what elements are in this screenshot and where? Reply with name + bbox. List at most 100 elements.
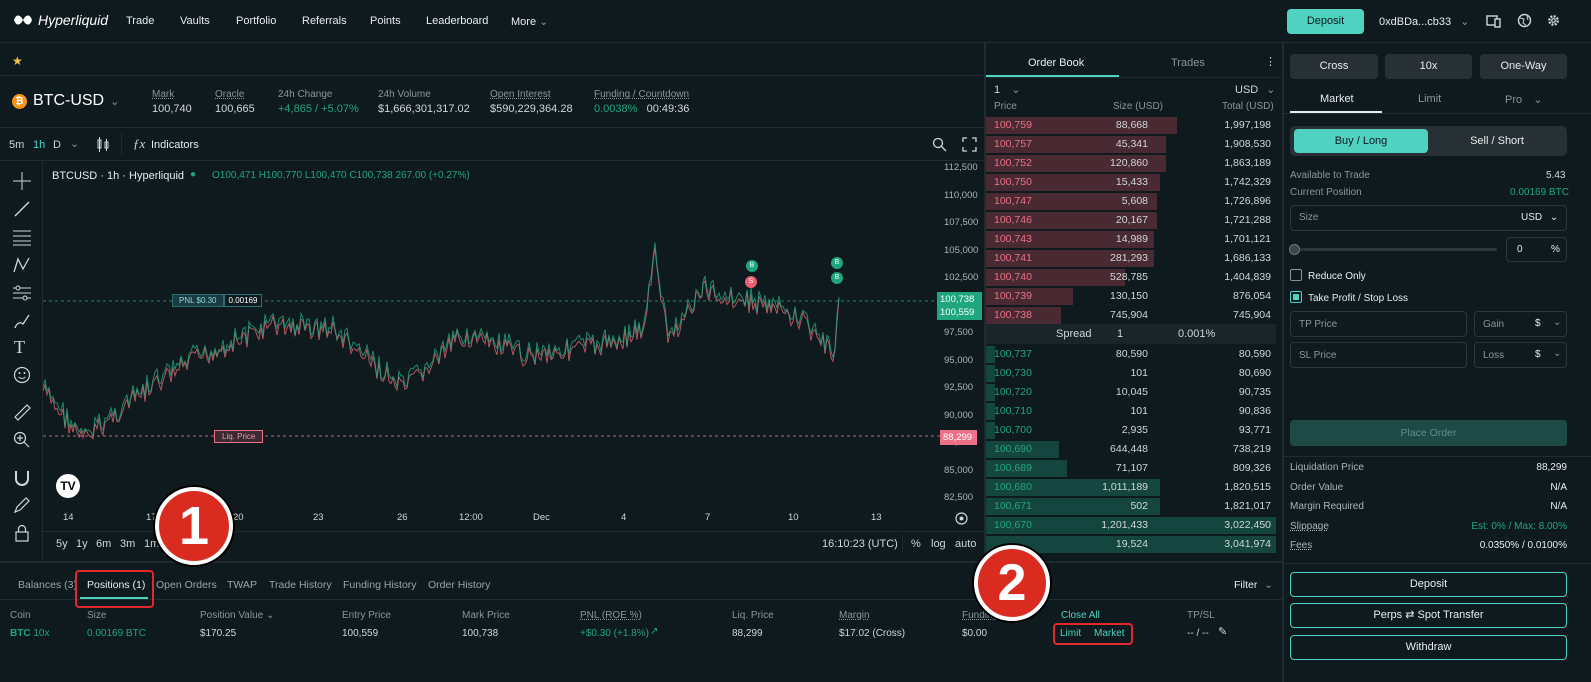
auto-toggle[interactable]: auto — [955, 538, 976, 550]
crosshair-icon[interactable] — [13, 172, 31, 190]
leverage-button[interactable]: 10x — [1385, 54, 1472, 79]
lock-icon[interactable] — [13, 524, 31, 542]
horizontal-lines-icon[interactable] — [13, 228, 31, 246]
bid-row[interactable]: 100,690 644,448 738,219 — [986, 440, 1276, 459]
search-icon[interactable] — [932, 137, 947, 152]
bid-row[interactable]: 100,730 101 80,690 — [986, 364, 1276, 383]
range-1y[interactable]: 1y — [76, 538, 88, 550]
magnet-icon[interactable] — [13, 469, 31, 487]
bid-row[interactable]: 100,700 2,935 93,771 — [986, 421, 1276, 440]
tab-balances[interactable]: Balances (3) — [18, 579, 77, 591]
nav-more[interactable]: More ⌄ — [511, 15, 548, 28]
ask-row[interactable]: 100,739 130,150 876,054 — [986, 287, 1276, 306]
ask-row[interactable]: 100,750 15,433 1,742,329 — [986, 173, 1276, 192]
margin-mode-button[interactable]: Cross — [1290, 54, 1378, 79]
reduce-only-checkbox[interactable] — [1290, 269, 1302, 281]
order-type-market[interactable]: Market — [1320, 93, 1354, 105]
tab-funding-history[interactable]: Funding History — [343, 579, 417, 591]
range-5y[interactable]: 5y — [56, 538, 68, 550]
close-all-button[interactable]: Close All — [1061, 610, 1100, 621]
ask-row[interactable]: 100,743 14,989 1,701,121 — [986, 230, 1276, 249]
fullscreen-icon[interactable] — [962, 137, 977, 152]
currency-select[interactable]: USD ⌄ — [1235, 83, 1276, 96]
devices-icon[interactable] — [1486, 14, 1501, 29]
brush-icon[interactable] — [13, 312, 31, 330]
tab-twap[interactable]: TWAP — [227, 579, 257, 591]
ask-row[interactable]: 100,752 120,860 1,863,189 — [986, 154, 1276, 173]
ask-row[interactable]: 100,741 281,293 1,686,133 — [986, 249, 1276, 268]
nav-deposit-button[interactable]: Deposit — [1287, 9, 1364, 34]
precision-select[interactable]: 1 ⌄ — [994, 83, 1020, 96]
nav-referrals[interactable]: Referrals — [302, 15, 347, 27]
filter-select[interactable]: Filter ⌄ — [1234, 579, 1273, 591]
ruler-icon[interactable] — [13, 403, 31, 421]
tab-trade-history[interactable]: Trade History — [269, 579, 332, 591]
size-slider-track[interactable] — [1293, 248, 1497, 251]
nav-vaults[interactable]: Vaults — [180, 15, 210, 27]
globe-icon[interactable] — [1517, 13, 1532, 28]
share-icon[interactable]: ↗ — [650, 626, 658, 637]
transfer-button[interactable]: Perps ⇄ Spot Transfer — [1290, 603, 1567, 628]
order-type-pro[interactable]: Pro ⌄ — [1505, 93, 1542, 106]
interval-5m[interactable]: 5m — [9, 139, 24, 151]
tab-trades[interactable]: Trades — [1171, 57, 1205, 69]
wallet-address[interactable]: 0xdBDa...cb33 ⌄ — [1379, 15, 1469, 28]
zoom-in-icon[interactable] — [13, 431, 31, 449]
ask-row[interactable]: 100,740 528,785 1,404,839 — [986, 268, 1276, 287]
more-vertical-icon[interactable]: ⋮ — [1265, 55, 1276, 68]
ask-row[interactable]: 100,757 45,341 1,908,530 — [986, 135, 1276, 154]
interval-d[interactable]: D — [53, 139, 61, 151]
nav-points[interactable]: Points — [370, 15, 401, 27]
sl-price-input[interactable]: SL Price — [1290, 342, 1467, 368]
size-percent-input[interactable]: 0 % — [1506, 237, 1567, 262]
bid-row[interactable]: 100,710 101 90,836 — [986, 402, 1276, 421]
bid-row[interactable]: 100,670 1,201,433 3,022,450 — [986, 516, 1276, 535]
place-order-button[interactable]: Place Order — [1290, 420, 1567, 446]
ask-row[interactable]: 100,759 88,668 1,997,198 — [986, 116, 1276, 135]
edit-pencil-icon[interactable]: ✎ — [1218, 625, 1227, 638]
range-6m[interactable]: 6m — [96, 538, 111, 550]
tp-price-input[interactable]: TP Price — [1290, 311, 1467, 337]
size-input[interactable]: Size USD ⌄ — [1290, 205, 1567, 231]
tab-order-history[interactable]: Order History — [428, 579, 490, 591]
bid-row[interactable]: 100,671 502 1,821,017 — [986, 497, 1276, 516]
bid-row[interactable]: 100,737 80,590 80,590 — [986, 345, 1276, 364]
percent-toggle[interactable]: % — [911, 538, 921, 550]
indicators-icon[interactable]: ƒx — [133, 136, 145, 152]
gear-icon[interactable] — [1546, 13, 1561, 28]
pair-selector[interactable]: ₿ BTC-USD ⌄ — [12, 92, 119, 110]
sell-short-button[interactable]: Sell / Short — [1430, 129, 1564, 153]
nav-trade[interactable]: Trade — [126, 15, 154, 27]
emoji-icon[interactable] — [13, 366, 31, 384]
interval-1h[interactable]: 1h — [33, 139, 45, 151]
settings-circle-icon[interactable] — [955, 512, 968, 525]
brand-logo[interactable]: Hyperliquid — [14, 12, 108, 28]
candlestick-icon[interactable] — [96, 137, 110, 152]
loss-select[interactable]: Loss $ ⌄ — [1474, 342, 1567, 368]
fib-icon[interactable] — [13, 284, 31, 302]
pattern-icon[interactable] — [13, 256, 31, 274]
pencil-lock-icon[interactable] — [13, 496, 31, 514]
text-tool-icon[interactable]: T — [14, 337, 25, 358]
tab-order-book[interactable]: Order Book — [1028, 57, 1084, 69]
trendline-icon[interactable] — [13, 200, 31, 218]
order-type-limit[interactable]: Limit — [1418, 93, 1441, 105]
ask-row[interactable]: 100,738 745,904 745,904 — [986, 306, 1276, 325]
nav-portfolio[interactable]: Portfolio — [236, 15, 276, 27]
ask-row[interactable]: 100,747 5,608 1,726,896 — [986, 192, 1276, 211]
nav-leaderboard[interactable]: Leaderboard — [426, 15, 488, 27]
buy-long-button[interactable]: Buy / Long — [1294, 129, 1428, 153]
gain-select[interactable]: Gain $ ⌄ — [1474, 311, 1567, 337]
range-3m[interactable]: 3m — [120, 538, 135, 550]
bid-row[interactable]: 100,689 71,107 809,326 — [986, 459, 1276, 478]
tab-open-orders[interactable]: Open Orders — [156, 579, 217, 591]
favorite-star-icon[interactable]: ★ — [12, 54, 23, 68]
position-mode-button[interactable]: One-Way — [1480, 54, 1567, 79]
size-slider-handle[interactable] — [1289, 244, 1300, 255]
tpsl-checkbox[interactable] — [1290, 291, 1302, 303]
size-unit-select[interactable]: USD ⌄ — [1521, 212, 1558, 223]
log-toggle[interactable]: log — [931, 538, 946, 550]
tradingview-logo-icon[interactable]: TV — [56, 474, 80, 498]
price-chart[interactable] — [43, 161, 940, 506]
deposit-button[interactable]: Deposit — [1290, 572, 1567, 597]
